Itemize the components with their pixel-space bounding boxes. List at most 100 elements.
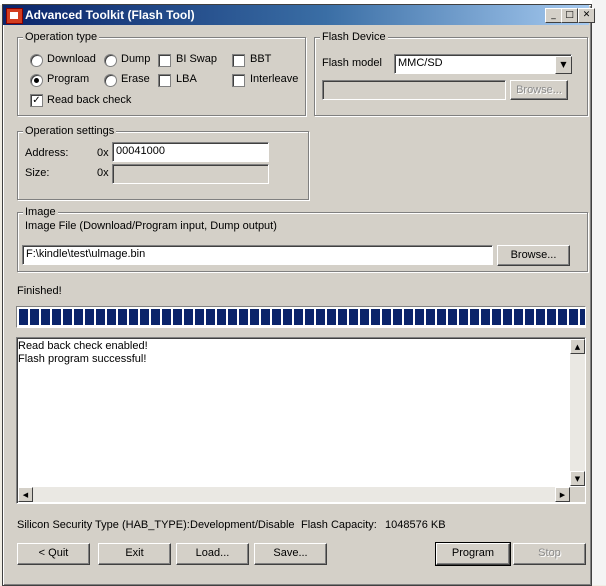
exit-button[interactable]: Exit (98, 543, 171, 565)
progress-block (437, 309, 446, 325)
bbt-label[interactable]: BBT (250, 53, 271, 65)
status-text: Finished! (17, 285, 62, 297)
progress-block (481, 309, 490, 325)
flash-device-legend: Flash Device (320, 31, 388, 43)
dump-label[interactable]: Dump (121, 53, 150, 65)
progress-bar (16, 306, 586, 328)
stop-button[interactable]: Stop (513, 543, 586, 565)
dump-radio[interactable] (104, 54, 117, 67)
progress-block (96, 309, 105, 325)
size-label: Size: (25, 167, 50, 179)
maximize-button[interactable]: □ (561, 8, 578, 23)
progress-block (272, 309, 281, 325)
progress-block (525, 309, 534, 325)
progress-block (404, 309, 413, 325)
address-label: Address: (25, 147, 69, 159)
program-radio[interactable] (30, 74, 43, 87)
progress-block (459, 309, 468, 325)
lba-label[interactable]: LBA (176, 73, 197, 85)
progress-block (426, 309, 435, 325)
scroll-right-icon[interactable]: ▶ (555, 487, 570, 502)
progress-block (151, 309, 160, 325)
progress-block (173, 309, 182, 325)
interleave-checkbox[interactable] (232, 74, 245, 87)
image-browse-button[interactable]: Browse... (497, 245, 570, 266)
operation-type-legend: Operation type (23, 31, 100, 43)
security-type-label: Silicon Security Type (HAB_TYPE): (17, 519, 190, 531)
image-legend: Image (23, 206, 58, 218)
progress-block (360, 309, 369, 325)
lba-checkbox[interactable] (158, 74, 171, 87)
progress-block (371, 309, 380, 325)
program-button[interactable]: Program (435, 542, 511, 566)
progress-block (261, 309, 270, 325)
progress-block (382, 309, 391, 325)
progress-block (514, 309, 523, 325)
progress-block (536, 309, 545, 325)
progress-block (52, 309, 61, 325)
progress-block (74, 309, 83, 325)
progress-block (85, 309, 94, 325)
download-radio[interactable] (30, 54, 43, 67)
size-prefix: 0x (97, 167, 109, 179)
scroll-down-icon[interactable]: ▼ (570, 471, 585, 486)
progress-block (492, 309, 501, 325)
erase-label[interactable]: Erase (121, 73, 150, 85)
interleave-label[interactable]: Interleave (250, 73, 298, 85)
progress-block (228, 309, 237, 325)
minimize-button[interactable]: _ (545, 8, 562, 23)
flash-model-label: Flash model (322, 57, 382, 69)
progress-block (250, 309, 259, 325)
scrollbar-corner (570, 487, 585, 502)
flash-device-path-field (322, 80, 506, 100)
image-description: Image File (Download/Program input, Dump… (25, 220, 277, 232)
progress-block (162, 309, 171, 325)
chevron-down-icon[interactable]: ▼ (555, 56, 572, 74)
bbt-checkbox[interactable] (232, 54, 245, 67)
background-window-edge (592, 0, 606, 585)
window-title: Advanced Toolkit (Flash Tool) (25, 8, 195, 22)
progress-block (316, 309, 325, 325)
progress-block (30, 309, 39, 325)
progress-block (195, 309, 204, 325)
progress-block (41, 309, 50, 325)
bi-swap-checkbox[interactable] (158, 54, 171, 67)
progress-block (305, 309, 314, 325)
security-type-value: Development/Disable (190, 519, 295, 531)
save-button[interactable]: Save... (254, 543, 327, 565)
progress-block (283, 309, 292, 325)
progress-block (338, 309, 347, 325)
operation-settings-legend: Operation settings (23, 125, 117, 137)
app-icon (6, 8, 23, 24)
progress-block (580, 309, 585, 325)
progress-block (184, 309, 193, 325)
progress-block (327, 309, 336, 325)
progress-block (415, 309, 424, 325)
progress-block (140, 309, 149, 325)
flash-capacity-label: Flash Capacity: (301, 519, 377, 531)
load-button[interactable]: Load... (176, 543, 249, 565)
download-label[interactable]: Download (47, 53, 96, 65)
read-back-check-label[interactable]: Read back check (47, 94, 131, 106)
flash-capacity-value: 1048576 KB (385, 519, 446, 531)
quit-button[interactable]: < Quit (17, 543, 90, 565)
address-prefix: 0x (97, 147, 109, 159)
progress-block (558, 309, 567, 325)
address-input[interactable]: 00041000 (112, 142, 269, 162)
close-button[interactable]: ✕ (578, 8, 595, 23)
log-horizontal-scrollbar[interactable] (18, 487, 570, 502)
progress-block (239, 309, 248, 325)
progress-block (547, 309, 556, 325)
progress-block (349, 309, 358, 325)
program-label[interactable]: Program (47, 73, 89, 85)
read-back-check-checkbox[interactable]: ✓ (30, 94, 43, 107)
flash-browse-button[interactable]: Browse... (510, 80, 568, 100)
bi-swap-label[interactable]: BI Swap (176, 53, 217, 65)
erase-radio[interactable] (104, 74, 117, 87)
log-vertical-scrollbar[interactable] (570, 339, 585, 486)
progress-block (206, 309, 215, 325)
image-path-input[interactable]: F:\kindle\test\ulmage.bin (22, 245, 493, 265)
scroll-up-icon[interactable]: ▲ (570, 339, 585, 354)
scroll-left-icon[interactable]: ◀ (18, 487, 33, 502)
flash-model-select[interactable]: MMC/SD (394, 54, 572, 74)
